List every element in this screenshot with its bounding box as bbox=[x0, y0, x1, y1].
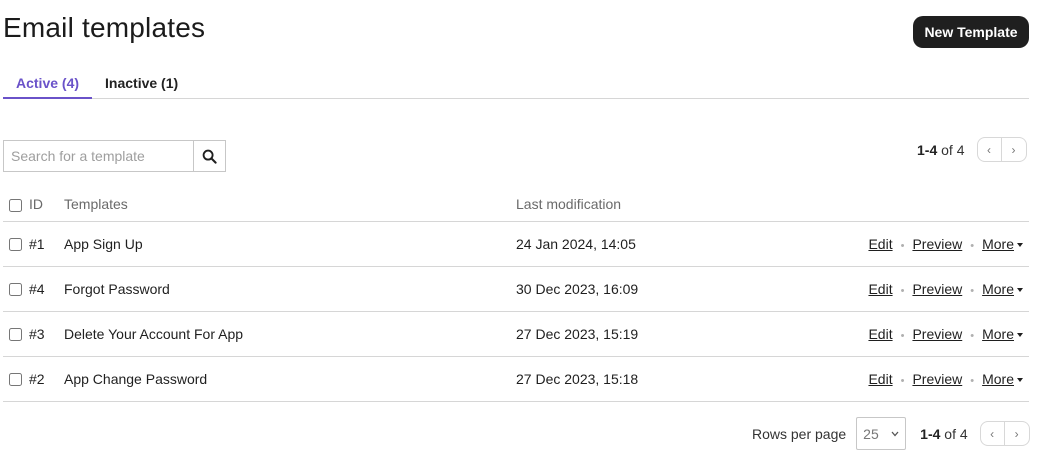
more-link[interactable]: More bbox=[982, 371, 1014, 387]
chevron-left-icon: ‹ bbox=[987, 142, 991, 157]
search-bar bbox=[3, 140, 226, 172]
template-modified: 30 Dec 2023, 16:09 bbox=[516, 266, 836, 312]
more-link[interactable]: More bbox=[982, 326, 1014, 342]
top-pagination: 1-4 of 4 ‹ › bbox=[917, 137, 1027, 162]
more-link[interactable]: More bbox=[982, 281, 1014, 297]
chevron-right-icon: › bbox=[1014, 426, 1019, 441]
template-modified: 27 Dec 2023, 15:18 bbox=[516, 356, 836, 402]
template-name: Delete Your Account For App bbox=[64, 311, 516, 357]
table-row: #2 App Change Password 27 Dec 2023, 15:1… bbox=[3, 356, 1029, 402]
table-row: #1 App Sign Up 24 Jan 2024, 14:05 Edit • P… bbox=[3, 221, 1029, 267]
row-checkbox[interactable] bbox=[9, 373, 22, 387]
search-button[interactable] bbox=[193, 140, 226, 172]
separator-dot: • bbox=[900, 239, 905, 252]
separator-dot: • bbox=[900, 329, 905, 342]
edit-link[interactable]: Edit bbox=[868, 371, 892, 387]
template-name: Forgot Password bbox=[64, 266, 516, 312]
search-input[interactable] bbox=[3, 140, 193, 172]
table-header-row: ID Templates Last modification bbox=[3, 188, 1029, 222]
edit-link[interactable]: Edit bbox=[868, 326, 892, 342]
table-footer: Rows per page 25 1-4 of 4 ‹ › bbox=[752, 417, 1030, 450]
template-name: App Sign Up bbox=[64, 221, 516, 267]
caret-down-icon bbox=[1017, 242, 1023, 247]
caret-down-icon bbox=[1017, 377, 1023, 382]
more-menu[interactable]: More bbox=[982, 236, 1023, 252]
template-id: #1 bbox=[29, 221, 64, 267]
next-page-button[interactable]: › bbox=[1004, 421, 1030, 446]
template-name: App Change Password bbox=[64, 356, 516, 402]
preview-link[interactable]: Preview bbox=[912, 371, 962, 387]
templates-table: ID Templates Last modification #1 App Si… bbox=[3, 188, 1029, 402]
chevron-down-icon bbox=[891, 431, 899, 436]
template-modified: 27 Dec 2023, 15:19 bbox=[516, 311, 836, 357]
row-checkbox[interactable] bbox=[9, 328, 22, 342]
edit-link[interactable]: Edit bbox=[868, 236, 892, 252]
prev-page-button[interactable]: ‹ bbox=[976, 137, 1002, 162]
table-row: #3 Delete Your Account For App 27 Dec 20… bbox=[3, 311, 1029, 357]
rows-per-page-select[interactable]: 25 bbox=[856, 417, 907, 450]
more-link[interactable]: More bbox=[982, 236, 1014, 252]
more-menu[interactable]: More bbox=[982, 371, 1023, 387]
rows-per-page-label: Rows per page bbox=[752, 425, 847, 442]
new-template-button[interactable]: New Template bbox=[913, 16, 1029, 48]
more-menu[interactable]: More bbox=[982, 326, 1023, 342]
template-id: #2 bbox=[29, 356, 64, 402]
template-id: #4 bbox=[29, 266, 64, 312]
pagination-summary: 1-4 of 4 bbox=[920, 425, 968, 442]
next-page-button[interactable]: › bbox=[1001, 137, 1027, 162]
preview-link[interactable]: Preview bbox=[912, 236, 962, 252]
column-header-last-modification[interactable]: Last modification bbox=[516, 188, 836, 222]
search-icon bbox=[202, 149, 217, 164]
template-modified: 24 Jan 2024, 14:05 bbox=[516, 221, 836, 267]
pagination-summary: 1-4 of 4 bbox=[917, 141, 965, 158]
caret-down-icon bbox=[1017, 332, 1023, 337]
separator-dot: • bbox=[970, 374, 975, 387]
separator-dot: • bbox=[970, 239, 975, 252]
preview-link[interactable]: Preview bbox=[912, 326, 962, 342]
edit-link[interactable]: Edit bbox=[868, 281, 892, 297]
template-id: #3 bbox=[29, 311, 64, 357]
caret-down-icon bbox=[1017, 287, 1023, 292]
status-tabs: Active (4) Inactive (1) bbox=[3, 68, 1029, 99]
row-checkbox[interactable] bbox=[9, 238, 22, 252]
separator-dot: • bbox=[970, 329, 975, 342]
tab-active[interactable]: Active (4) bbox=[3, 68, 93, 99]
preview-link[interactable]: Preview bbox=[912, 281, 962, 297]
prev-page-button[interactable]: ‹ bbox=[979, 421, 1005, 446]
rows-per-page-value: 25 bbox=[863, 425, 879, 442]
more-menu[interactable]: More bbox=[982, 281, 1023, 297]
column-header-id[interactable]: ID bbox=[29, 188, 64, 222]
separator-dot: • bbox=[900, 284, 905, 297]
chevron-left-icon: ‹ bbox=[990, 426, 995, 441]
table-row: #4 Forgot Password 30 Dec 2023, 16:09 Ed… bbox=[3, 266, 1029, 312]
page-title: Email templates bbox=[3, 12, 206, 43]
column-header-templates[interactable]: Templates bbox=[64, 188, 516, 222]
separator-dot: • bbox=[970, 284, 975, 297]
chevron-right-icon: › bbox=[1011, 142, 1016, 157]
separator-dot: • bbox=[900, 374, 905, 387]
select-all-checkbox[interactable] bbox=[9, 199, 22, 213]
tab-inactive[interactable]: Inactive (1) bbox=[92, 68, 191, 99]
row-checkbox[interactable] bbox=[9, 283, 22, 297]
